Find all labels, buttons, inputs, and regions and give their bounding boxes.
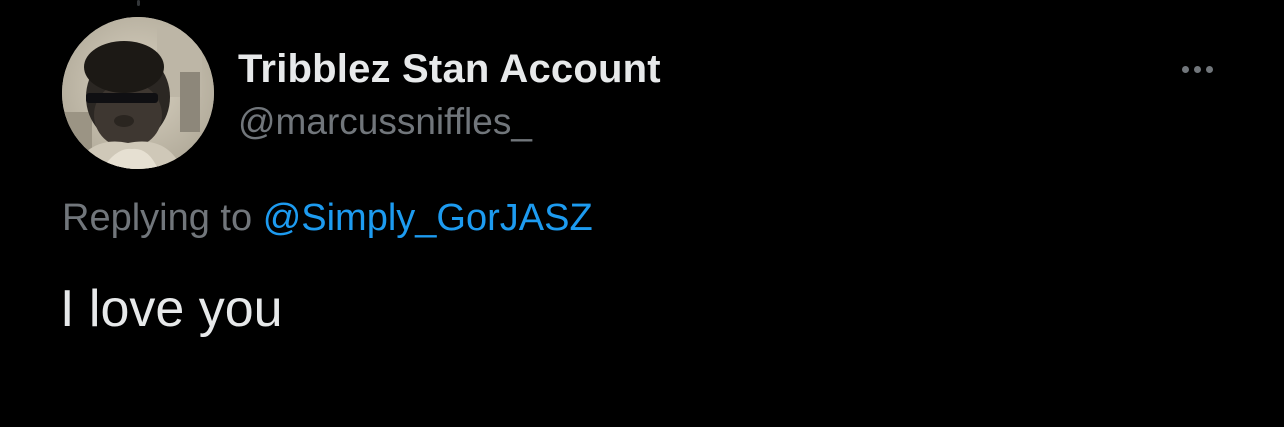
- tweet-text: I love you: [60, 280, 283, 338]
- author-handle[interactable]: @marcussniffles_: [238, 100, 661, 144]
- author-info[interactable]: Tribblez Stan Account @marcussniffles_: [238, 46, 661, 144]
- avatar[interactable]: [62, 17, 214, 169]
- reply-mention-link[interactable]: @Simply_GorJASZ: [263, 197, 593, 239]
- reply-context-prefix: Replying to: [62, 197, 253, 239]
- author-display-name[interactable]: Tribblez Stan Account: [238, 46, 661, 92]
- avatar-photo: [62, 17, 214, 169]
- reply-context: Replying to @Simply_GorJASZ: [62, 194, 593, 242]
- more-options-button[interactable]: [1172, 56, 1222, 82]
- more-horizontal-icon-dot: [1205, 65, 1213, 73]
- more-horizontal-icon-dot: [1193, 65, 1201, 73]
- more-horizontal-icon: [1181, 65, 1189, 73]
- tweet[interactable]: Tribblez Stan Account @marcussniffles_ R…: [0, 0, 1284, 427]
